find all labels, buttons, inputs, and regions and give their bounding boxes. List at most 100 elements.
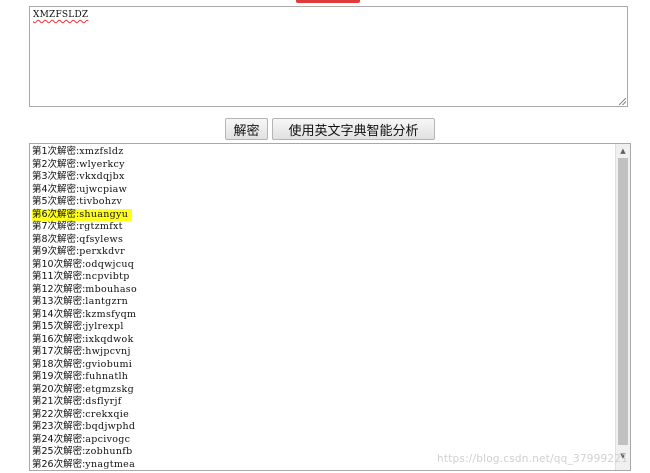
result-text: 第12次解密:mbouhaso xyxy=(32,284,137,295)
result-text: 第22次解密:crekxqie xyxy=(32,409,129,420)
result-line: 第24次解密:apcivogc xyxy=(32,434,137,447)
button-row: 解密 使用英文字典智能分析 xyxy=(0,118,650,142)
result-line: 第15次解密:jylrexpl xyxy=(32,321,137,334)
result-word: rgtzmfxt xyxy=(79,221,123,232)
result-prefix: 第21次解密: xyxy=(32,396,86,407)
result-word: gviobumi xyxy=(85,358,133,370)
result-line: 第11次解密:ncpvibtp xyxy=(32,271,137,284)
result-text: 第19次解密:fuhnatlh xyxy=(32,371,128,382)
result-text: 第14次解密:kzmsfyqm xyxy=(32,309,136,320)
result-word: dsflyrjf xyxy=(85,396,122,407)
decrypt-button[interactable]: 解密 xyxy=(225,118,268,140)
result-prefix: 第3次解密: xyxy=(32,171,80,182)
result-line: 第6次解密:shuangyu xyxy=(32,208,137,221)
result-prefix: 第10次解密: xyxy=(32,258,86,270)
cipher-textarea[interactable]: XMZFSLDZ xyxy=(29,6,628,107)
result-text: 第24次解密:apcivogc xyxy=(32,434,130,445)
result-line: 第9次解密:perxkdvr xyxy=(32,246,137,259)
result-prefix: 第25次解密: xyxy=(32,446,86,457)
result-text: 第26次解密:ynagtmea xyxy=(32,459,135,470)
result-text: 第23次解密:bqdjwphd xyxy=(32,421,135,432)
result-line: 第19次解密:fuhnatlh xyxy=(32,371,137,384)
result-text: 第21次解密:dsflyrjf xyxy=(32,396,122,407)
result-text: 第16次解密:ixkqdwok xyxy=(32,334,134,345)
result-prefix: 第12次解密: xyxy=(32,283,86,295)
result-prefix: 第9次解密: xyxy=(32,246,80,257)
result-word: perxkdvr xyxy=(79,246,125,257)
result-text: 第2次解密:wlyerkcy xyxy=(32,159,125,170)
result-line: 第21次解密:dsflyrjf xyxy=(32,396,137,409)
result-word: ujwcpiaw xyxy=(79,183,128,195)
vertical-scrollbar[interactable]: ▲ ▼ xyxy=(615,144,630,470)
highlighted-result: 第6次解密:shuangyu xyxy=(32,208,133,221)
result-word: etgmzskg xyxy=(85,383,134,395)
result-word: odqwjcuq xyxy=(85,258,135,270)
result-prefix: 第4次解密: xyxy=(32,183,80,195)
result-text: 第13次解密:lantgzrn xyxy=(32,296,128,307)
result-text: 第3次解密:vkxdqjbx xyxy=(32,171,125,182)
result-text: 第17次解密:hwjpcvnj xyxy=(32,346,131,357)
result-word: ixkqdwok xyxy=(85,333,134,345)
top-title-fragment xyxy=(296,0,360,3)
cipher-text-value: XMZFSLDZ xyxy=(33,10,89,20)
result-word: lantgzrn xyxy=(85,296,129,307)
result-prefix: 第15次解密: xyxy=(32,321,86,332)
resize-grip-icon[interactable] xyxy=(619,98,626,105)
result-word: wlyerkcy xyxy=(79,158,125,170)
result-prefix: 第13次解密: xyxy=(32,296,86,307)
result-prefix: 第24次解密: xyxy=(32,433,86,445)
result-word: ynagtmea xyxy=(85,458,136,470)
result-text: 第8次解密:qfsylews xyxy=(32,234,123,245)
result-word: xmzfsldz xyxy=(79,146,124,157)
result-line: 第23次解密:bqdjwphd xyxy=(32,421,137,434)
result-line: 第26次解密:ynagtmea xyxy=(32,459,137,471)
result-line: 第4次解密:ujwcpiaw xyxy=(32,184,137,197)
result-line: 第1次解密:xmzfsldz xyxy=(32,146,137,159)
result-word: hwjpcvnj xyxy=(85,346,131,357)
result-word: tivbohzv xyxy=(79,196,123,207)
result-text: 第9次解密:perxkdvr xyxy=(32,246,125,257)
result-text: 第20次解密:etgmzskg xyxy=(32,384,134,395)
result-line: 第10次解密:odqwjcuq xyxy=(32,259,137,272)
result-line: 第20次解密:etgmzskg xyxy=(32,384,137,397)
result-text: 第11次解密:ncpvibtp xyxy=(32,271,130,282)
result-word: apcivogc xyxy=(85,433,131,445)
result-prefix: 第26次解密: xyxy=(32,458,86,470)
result-prefix: 第1次解密: xyxy=(32,146,80,157)
result-prefix: 第20次解密: xyxy=(32,383,86,395)
scroll-thumb[interactable] xyxy=(618,158,628,445)
result-word: zobhunfb xyxy=(85,446,133,457)
result-word: shuangyu xyxy=(79,208,129,220)
result-prefix: 第18次解密: xyxy=(32,358,86,370)
result-line: 第13次解密:lantgzrn xyxy=(32,296,137,309)
result-line: 第14次解密:kzmsfyqm xyxy=(32,309,137,322)
result-text: 第5次解密:tivbohzv xyxy=(32,196,122,207)
result-prefix: 第17次解密: xyxy=(32,346,86,357)
result-line: 第5次解密:tivbohzv xyxy=(32,196,137,209)
result-line: 第3次解密:vkxdqjbx xyxy=(32,171,137,184)
results-textarea[interactable]: 第1次解密:xmzfsldz 第2次解密:wlyerkcy 第3次解密:vkxdqj… xyxy=(29,143,631,471)
result-line: 第17次解密:hwjpcvnj xyxy=(32,346,137,359)
result-prefix: 第2次解密: xyxy=(32,158,80,170)
result-prefix: 第23次解密: xyxy=(32,421,86,432)
result-prefix: 第6次解密: xyxy=(32,208,80,220)
result-prefix: 第16次解密: xyxy=(32,333,86,345)
result-line: 第22次解密:crekxqie xyxy=(32,409,137,422)
result-word: vkxdqjbx xyxy=(79,171,125,182)
result-word: qfsylews xyxy=(79,233,124,245)
result-text: 第4次解密:ujwcpiaw xyxy=(32,184,127,195)
result-prefix: 第14次解密: xyxy=(32,308,86,320)
result-word: jylrexpl xyxy=(85,321,124,332)
scroll-up-icon[interactable]: ▲ xyxy=(616,144,630,157)
result-word: mbouhaso xyxy=(85,283,138,295)
result-text: 第7次解密:rgtzmfxt xyxy=(32,221,123,232)
results-list: 第1次解密:xmzfsldz 第2次解密:wlyerkcy 第3次解密:vkxdqj… xyxy=(32,146,137,471)
result-prefix: 第11次解密: xyxy=(32,271,86,282)
watermark-url: https://blog.csdn.net/qq_37999221 xyxy=(437,453,628,465)
result-line: 第16次解密:ixkqdwok xyxy=(32,334,137,347)
result-word: kzmsfyqm xyxy=(85,308,137,320)
result-prefix: 第5次解密: xyxy=(32,196,80,207)
dictionary-analysis-button[interactable]: 使用英文字典智能分析 xyxy=(272,118,435,140)
result-line: 第2次解密:wlyerkcy xyxy=(32,159,137,172)
result-text: 第18次解密:gviobumi xyxy=(32,359,132,370)
